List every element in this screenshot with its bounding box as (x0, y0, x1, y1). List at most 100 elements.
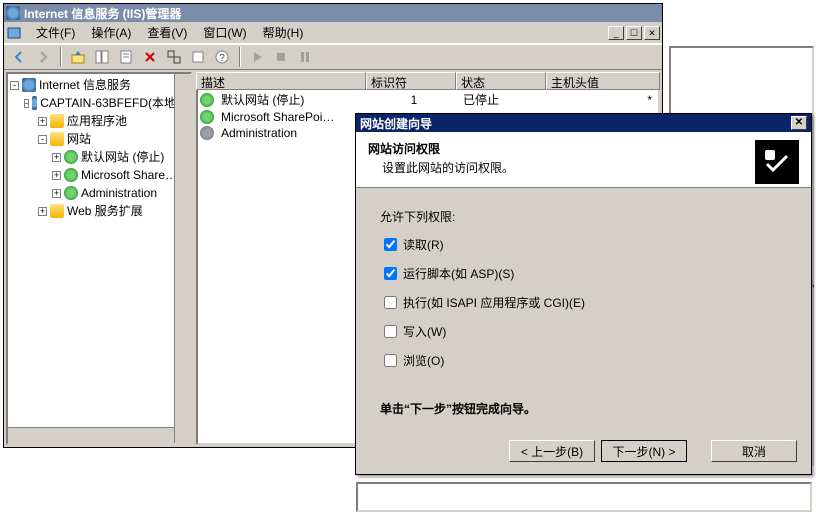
show-tree-button[interactable] (91, 46, 113, 68)
wizard-banner-icon (755, 140, 799, 184)
expander-icon[interactable]: + (52, 153, 61, 162)
menu-icon (6, 25, 22, 41)
delete-button[interactable] (139, 46, 161, 68)
tree-h-scrollbar[interactable] (8, 427, 174, 443)
folder-icon (50, 114, 64, 128)
tree-app-pools[interactable]: + 应用程序池 (10, 112, 188, 130)
wizard-close-button[interactable]: ✕ (791, 116, 807, 130)
menu-file[interactable]: 文件(F) (28, 22, 83, 43)
refresh-button[interactable] (163, 46, 185, 68)
opt-browse[interactable]: 浏览(O) (380, 351, 787, 370)
finish-hint: 单击“下一步”按钮完成向导。 (380, 400, 787, 417)
cancel-button[interactable]: 取消 (711, 440, 797, 462)
tree-web-ext[interactable]: + Web 服务扩展 (10, 202, 188, 220)
opt-script-label: 运行脚本(如 ASP)(S) (403, 265, 514, 282)
globe-icon (64, 186, 78, 200)
export-button[interactable] (187, 46, 209, 68)
globe-icon (64, 168, 78, 182)
back-button[interactable] (8, 46, 30, 68)
opt-read-label: 读取(R) (403, 236, 444, 253)
svg-text:?: ? (219, 53, 225, 64)
opt-write[interactable]: 写入(W) (380, 322, 787, 341)
expander-icon[interactable]: - (38, 135, 47, 144)
tree-websites[interactable]: - 网站 (10, 130, 188, 148)
col-id[interactable]: 标识符 (366, 72, 456, 90)
menu-help[interactable]: 帮助(H) (255, 22, 312, 43)
wizard-heading: 网站访问权限 (368, 140, 514, 157)
cell-desc: Administration (217, 126, 301, 140)
folder-icon (50, 132, 64, 146)
globe-icon (64, 150, 78, 164)
tree-websites-label: 网站 (67, 130, 91, 148)
expander-icon[interactable]: + (38, 207, 47, 216)
server-icon (22, 78, 36, 92)
up-button[interactable] (67, 46, 89, 68)
computer-icon (32, 96, 37, 110)
globe-icon (200, 93, 214, 107)
toolbar-separator (60, 47, 61, 67)
opt-exec-label: 执行(如 ISAPI 应用程序或 CGI)(E) (403, 294, 585, 311)
checkbox-read[interactable] (384, 238, 397, 251)
expander-icon[interactable]: + (38, 117, 47, 126)
allow-label: 允许下列权限: (380, 208, 787, 225)
menu-window[interactable]: 窗口(W) (195, 22, 254, 43)
cell-desc: 默认网站 (停止) (217, 91, 369, 108)
menu-view[interactable]: 查看(V) (139, 22, 195, 43)
window-title: Internet 信息服务 (IIS)管理器 (24, 5, 181, 22)
cell-desc: Microsoft SharePoi… (217, 110, 338, 124)
tree: - Internet 信息服务 - CAPTAIN-63BFEFD(本地计 + … (8, 74, 190, 222)
col-desc[interactable]: 描述 (196, 72, 366, 90)
opt-write-label: 写入(W) (403, 323, 446, 340)
cell-host: * (549, 93, 656, 107)
tree-v-scrollbar[interactable] (174, 74, 190, 443)
forward-button (32, 46, 54, 68)
tree-site-admin-label: Administration (81, 184, 157, 202)
list-row[interactable]: 默认网站 (停止) 1 已停止 * (198, 90, 658, 109)
next-button[interactable]: 下一步(N) > (601, 440, 687, 462)
col-state[interactable]: 状态 (456, 72, 546, 90)
website-wizard-dialog: 网站创建向导 ✕ 网站访问权限 设置此网站的访问权限。 允许下列权限: 读取(R… (355, 113, 812, 475)
window-titlebar[interactable]: Internet 信息服务 (IIS)管理器 (4, 4, 662, 22)
tree-root-label: Internet 信息服务 (39, 76, 131, 94)
toolbar-separator (239, 47, 240, 67)
checkbox-exec[interactable] (384, 296, 397, 309)
gear-icon (200, 126, 214, 140)
list-header: 描述 标识符 状态 主机头值 (196, 72, 660, 90)
bottom-blank-panel (356, 482, 812, 512)
expander-icon[interactable]: - (24, 99, 29, 108)
checkbox-browse[interactable] (384, 354, 397, 367)
expander-icon[interactable]: - (10, 81, 19, 90)
maximize-button[interactable]: ☐ (626, 26, 642, 40)
tree-site-default[interactable]: + 默认网站 (停止) (10, 148, 188, 166)
pause-button (294, 46, 316, 68)
tree-server[interactable]: - CAPTAIN-63BFEFD(本地计 (10, 94, 188, 112)
wizard-titlebar[interactable]: 网站创建向导 ✕ (356, 114, 811, 132)
window-controls: _ ☐ ✕ (606, 26, 696, 40)
properties-button[interactable] (115, 46, 137, 68)
opt-script[interactable]: 运行脚本(如 ASP)(S) (380, 264, 787, 283)
close-button[interactable]: ✕ (644, 26, 660, 40)
tree-site-admin[interactable]: + Administration (10, 184, 188, 202)
tree-server-label: CAPTAIN-63BFEFD(本地计 (40, 94, 188, 112)
checkbox-script[interactable] (384, 267, 397, 280)
back-button[interactable]: < 上一步(B) (509, 440, 595, 462)
tree-pane[interactable]: - Internet 信息服务 - CAPTAIN-63BFEFD(本地计 + … (6, 72, 192, 445)
toolbar: ? (4, 44, 662, 70)
tree-site-sharepoint[interactable]: + Microsoft Share… (10, 166, 188, 184)
col-host[interactable]: 主机头值 (546, 72, 660, 90)
wizard-title: 网站创建向导 (360, 115, 432, 132)
minimize-button[interactable]: _ (608, 26, 624, 40)
tree-root[interactable]: - Internet 信息服务 (10, 76, 188, 94)
opt-read[interactable]: 读取(R) (380, 235, 787, 254)
menu-action[interactable]: 操作(A) (83, 22, 139, 43)
play-button (246, 46, 268, 68)
opt-exec[interactable]: 执行(如 ISAPI 应用程序或 CGI)(E) (380, 293, 787, 312)
expander-icon[interactable]: + (52, 189, 61, 198)
wizard-buttons: < 上一步(B) 下一步(N) > 取消 (509, 440, 797, 462)
tree-webext-label: Web 服务扩展 (67, 202, 143, 220)
expander-icon[interactable]: + (52, 171, 61, 180)
wizard-body: 允许下列权限: 读取(R) 运行脚本(如 ASP)(S) 执行(如 ISAPI … (356, 188, 811, 431)
stop-button (270, 46, 292, 68)
help-button[interactable]: ? (211, 46, 233, 68)
checkbox-write[interactable] (384, 325, 397, 338)
